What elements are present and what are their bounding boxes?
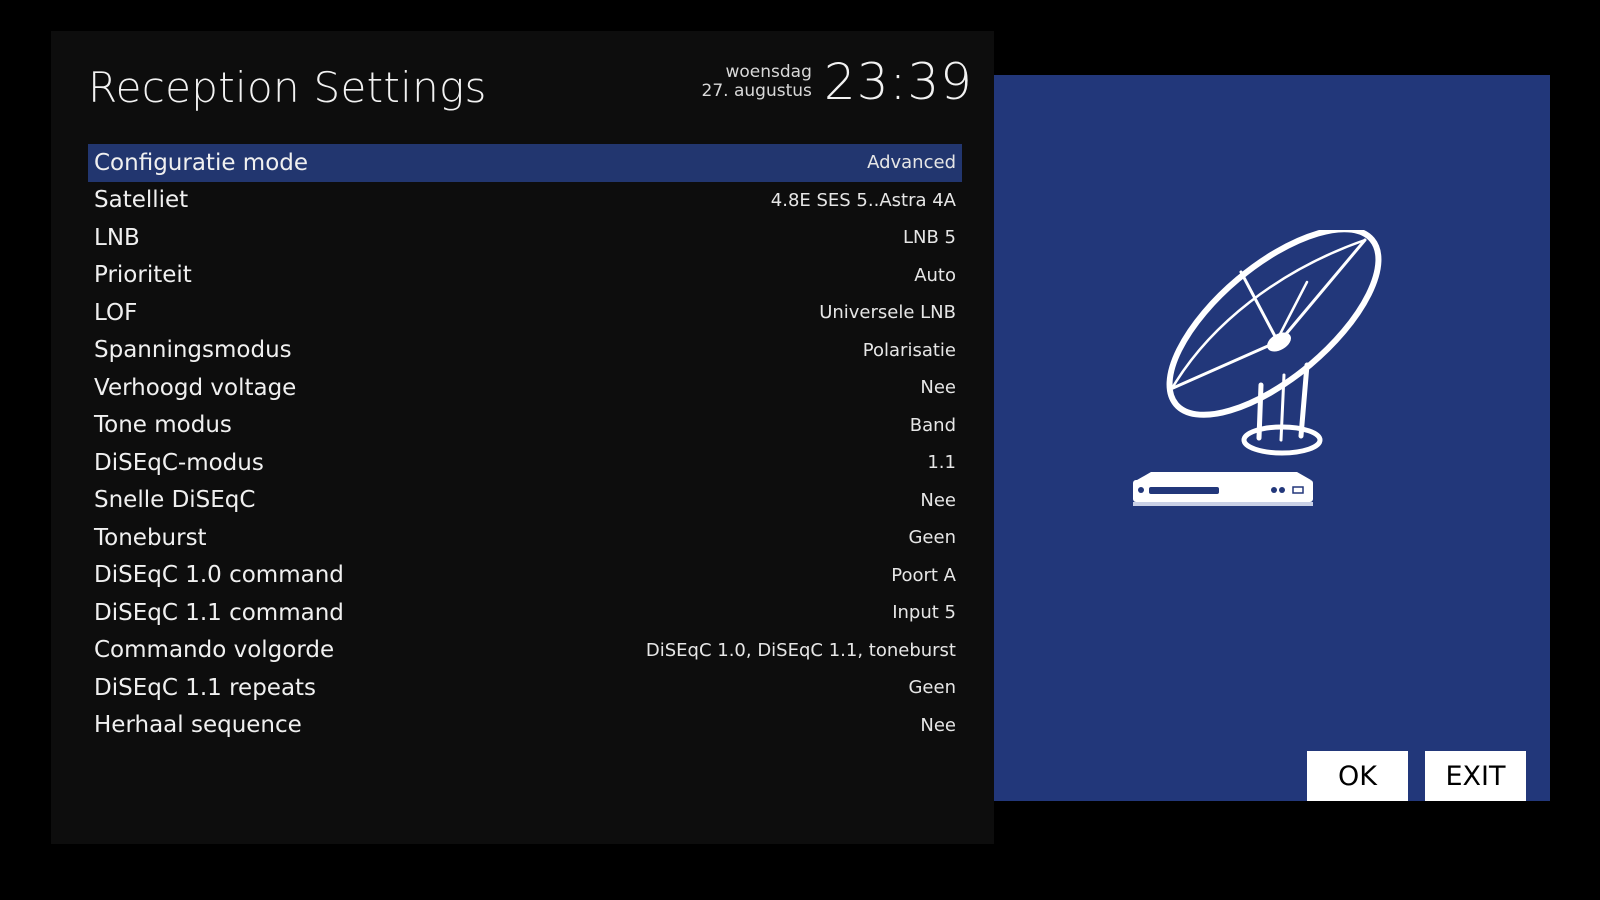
settings-panel: Reception Settings woensdag 27. augustus… (51, 31, 994, 844)
settings-list: Configuratie mode Advanced Satelliet 4.8… (88, 144, 962, 744)
setting-label: Toneburst (94, 524, 207, 551)
setting-row-lnb[interactable]: LNB LNB 5 (88, 219, 962, 257)
setting-value: Input 5 (892, 602, 956, 624)
setting-row-diseqc-1-0-command[interactable]: DiSEqC 1.0 command Poort A (88, 557, 962, 595)
setting-row-tone-modus[interactable]: Tone modus Band (88, 407, 962, 445)
setting-row-toneburst[interactable]: Toneburst Geen (88, 519, 962, 557)
help-side-panel: OK EXIT (994, 75, 1550, 801)
setting-label: Satelliet (94, 187, 189, 214)
setting-value: DiSEqC 1.0, DiSEqC 1.1, toneburst (645, 639, 956, 661)
setting-label: DiSEqC-modus (94, 449, 264, 476)
date-block: woensdag 27. augustus (702, 63, 812, 101)
setting-row-lof[interactable]: LOF Universele LNB (88, 294, 962, 332)
setting-row-commando-volgorde[interactable]: Commando volgorde DiSEqC 1.0, DiSEqC 1.1… (88, 632, 962, 670)
setting-row-diseqc-modus[interactable]: DiSEqC-modus 1.1 (88, 444, 962, 482)
setting-value: Geen (908, 677, 956, 699)
ok-button[interactable]: OK (1307, 751, 1408, 801)
setting-row-configuratie-mode[interactable]: Configuratie mode Advanced (88, 144, 962, 182)
setting-row-diseqc-1-1-repeats[interactable]: DiSEqC 1.1 repeats Geen (88, 669, 962, 707)
setting-row-verhoogd-voltage[interactable]: Verhoogd voltage Nee (88, 369, 962, 407)
setting-value: LNB 5 (902, 227, 956, 249)
setting-value: Poort A (891, 564, 956, 586)
setting-value: 4.8E SES 5..Astra 4A (770, 189, 956, 211)
setting-row-diseqc-1-1-command[interactable]: DiSEqC 1.1 command Input 5 (88, 594, 962, 632)
setting-value: Polarisatie (862, 339, 956, 361)
date-time-display: woensdag 27. augustus 23:39 (702, 53, 973, 111)
setting-value: Geen (908, 527, 956, 549)
setting-value: Advanced (867, 152, 956, 174)
setting-value: Universele LNB (819, 302, 956, 324)
setting-row-herhaal-sequence[interactable]: Herhaal sequence Nee (88, 707, 962, 745)
setting-row-prioriteit[interactable]: Prioriteit Auto (88, 257, 962, 295)
setting-row-snelle-diseqc[interactable]: Snelle DiSEqC Nee (88, 482, 962, 520)
weekday-label: woensdag (725, 62, 812, 82)
setting-label: Commando volgorde (94, 637, 335, 664)
setting-label: Configuratie mode (94, 149, 309, 176)
satellite-dish-with-receiver-icon (1133, 230, 1382, 506)
setting-label: LOF (94, 299, 138, 326)
setting-value: Band (909, 414, 956, 436)
setting-label: Snelle DiSEqC (94, 487, 256, 514)
setting-label: Herhaal sequence (94, 712, 302, 739)
exit-button[interactable]: EXIT (1425, 751, 1526, 801)
setting-label: Verhoogd voltage (94, 374, 297, 401)
setting-label: Spanningsmodus (94, 337, 292, 364)
setting-label: Tone modus (94, 412, 232, 439)
setting-value: Nee (920, 714, 956, 736)
date-label: 27. augustus (701, 81, 812, 101)
setting-label: DiSEqC 1.1 command (94, 599, 344, 626)
setting-row-spanningsmodus[interactable]: Spanningsmodus Polarisatie (88, 332, 962, 370)
setting-value: Nee (920, 377, 956, 399)
screen: Reception Settings woensdag 27. augustus… (0, 0, 1600, 900)
setting-label: LNB (94, 224, 140, 251)
setting-value: Nee (920, 489, 956, 511)
clock: 23:39 (823, 53, 973, 111)
setting-value: Auto (914, 264, 956, 286)
setting-value: 1.1 (927, 452, 956, 474)
setting-row-satelliet[interactable]: Satelliet 4.8E SES 5..Astra 4A (88, 182, 962, 220)
setting-label: DiSEqC 1.1 repeats (94, 674, 317, 701)
receiver-box (1133, 472, 1313, 506)
setting-label: DiSEqC 1.0 command (94, 562, 344, 589)
setting-label: Prioriteit (94, 262, 192, 289)
page-title: Reception Settings (88, 63, 487, 112)
